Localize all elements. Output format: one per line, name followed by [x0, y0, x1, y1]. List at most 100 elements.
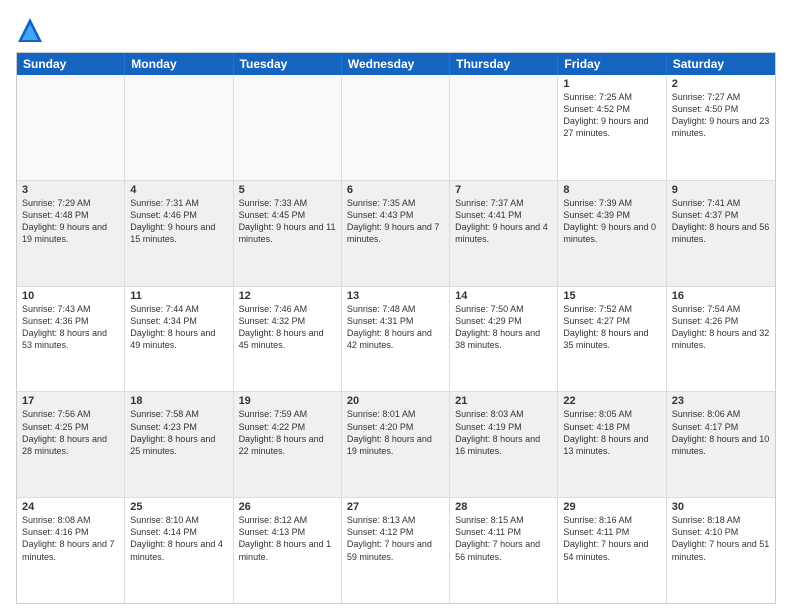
weekday-header-saturday: Saturday [667, 53, 775, 75]
day-info: Sunrise: 8:03 AM Sunset: 4:19 PM Dayligh… [455, 408, 552, 457]
weekday-header-sunday: Sunday [17, 53, 125, 75]
day-number: 20 [347, 395, 444, 407]
day-number: 24 [22, 501, 119, 513]
day-number: 26 [239, 501, 336, 513]
day-info: Sunrise: 8:06 AM Sunset: 4:17 PM Dayligh… [672, 408, 770, 457]
day-number: 11 [130, 290, 227, 302]
day-cell-20: 20Sunrise: 8:01 AM Sunset: 4:20 PM Dayli… [342, 392, 450, 497]
calendar-row-2: 3Sunrise: 7:29 AM Sunset: 4:48 PM Daylig… [17, 180, 775, 286]
day-info: Sunrise: 8:10 AM Sunset: 4:14 PM Dayligh… [130, 514, 227, 563]
day-info: Sunrise: 8:01 AM Sunset: 4:20 PM Dayligh… [347, 408, 444, 457]
day-cell-7: 7Sunrise: 7:37 AM Sunset: 4:41 PM Daylig… [450, 181, 558, 286]
day-number: 15 [563, 290, 660, 302]
day-cell-29: 29Sunrise: 8:16 AM Sunset: 4:11 PM Dayli… [558, 498, 666, 603]
day-cell-23: 23Sunrise: 8:06 AM Sunset: 4:17 PM Dayli… [667, 392, 775, 497]
day-cell-13: 13Sunrise: 7:48 AM Sunset: 4:31 PM Dayli… [342, 287, 450, 392]
day-info: Sunrise: 7:41 AM Sunset: 4:37 PM Dayligh… [672, 197, 770, 246]
day-cell-10: 10Sunrise: 7:43 AM Sunset: 4:36 PM Dayli… [17, 287, 125, 392]
day-number: 21 [455, 395, 552, 407]
day-cell-12: 12Sunrise: 7:46 AM Sunset: 4:32 PM Dayli… [234, 287, 342, 392]
day-info: Sunrise: 7:37 AM Sunset: 4:41 PM Dayligh… [455, 197, 552, 246]
day-cell-19: 19Sunrise: 7:59 AM Sunset: 4:22 PM Dayli… [234, 392, 342, 497]
logo [16, 16, 48, 44]
header [16, 16, 776, 44]
day-number: 9 [672, 184, 770, 196]
day-number: 2 [672, 78, 770, 90]
day-number: 19 [239, 395, 336, 407]
calendar-row-3: 10Sunrise: 7:43 AM Sunset: 4:36 PM Dayli… [17, 286, 775, 392]
day-cell-30: 30Sunrise: 8:18 AM Sunset: 4:10 PM Dayli… [667, 498, 775, 603]
day-number: 8 [563, 184, 660, 196]
day-info: Sunrise: 7:35 AM Sunset: 4:43 PM Dayligh… [347, 197, 444, 246]
empty-cell [342, 75, 450, 180]
day-number: 16 [672, 290, 770, 302]
day-info: Sunrise: 7:27 AM Sunset: 4:50 PM Dayligh… [672, 91, 770, 140]
day-cell-5: 5Sunrise: 7:33 AM Sunset: 4:45 PM Daylig… [234, 181, 342, 286]
empty-cell [17, 75, 125, 180]
day-number: 17 [22, 395, 119, 407]
day-cell-21: 21Sunrise: 8:03 AM Sunset: 4:19 PM Dayli… [450, 392, 558, 497]
calendar: SundayMondayTuesdayWednesdayThursdayFrid… [16, 52, 776, 604]
day-info: Sunrise: 8:13 AM Sunset: 4:12 PM Dayligh… [347, 514, 444, 563]
day-info: Sunrise: 8:12 AM Sunset: 4:13 PM Dayligh… [239, 514, 336, 563]
day-cell-2: 2Sunrise: 7:27 AM Sunset: 4:50 PM Daylig… [667, 75, 775, 180]
calendar-header: SundayMondayTuesdayWednesdayThursdayFrid… [17, 53, 775, 75]
day-number: 27 [347, 501, 444, 513]
empty-cell [450, 75, 558, 180]
day-cell-9: 9Sunrise: 7:41 AM Sunset: 4:37 PM Daylig… [667, 181, 775, 286]
day-cell-1: 1Sunrise: 7:25 AM Sunset: 4:52 PM Daylig… [558, 75, 666, 180]
day-number: 30 [672, 501, 770, 513]
day-info: Sunrise: 8:18 AM Sunset: 4:10 PM Dayligh… [672, 514, 770, 563]
day-cell-11: 11Sunrise: 7:44 AM Sunset: 4:34 PM Dayli… [125, 287, 233, 392]
day-info: Sunrise: 8:15 AM Sunset: 4:11 PM Dayligh… [455, 514, 552, 563]
day-number: 7 [455, 184, 552, 196]
day-info: Sunrise: 7:58 AM Sunset: 4:23 PM Dayligh… [130, 408, 227, 457]
day-info: Sunrise: 7:56 AM Sunset: 4:25 PM Dayligh… [22, 408, 119, 457]
day-info: Sunrise: 7:44 AM Sunset: 4:34 PM Dayligh… [130, 303, 227, 352]
calendar-body: 1Sunrise: 7:25 AM Sunset: 4:52 PM Daylig… [17, 75, 775, 603]
day-info: Sunrise: 8:08 AM Sunset: 4:16 PM Dayligh… [22, 514, 119, 563]
calendar-row-5: 24Sunrise: 8:08 AM Sunset: 4:16 PM Dayli… [17, 497, 775, 603]
day-info: Sunrise: 7:39 AM Sunset: 4:39 PM Dayligh… [563, 197, 660, 246]
day-number: 28 [455, 501, 552, 513]
day-info: Sunrise: 7:52 AM Sunset: 4:27 PM Dayligh… [563, 303, 660, 352]
day-cell-26: 26Sunrise: 8:12 AM Sunset: 4:13 PM Dayli… [234, 498, 342, 603]
day-cell-24: 24Sunrise: 8:08 AM Sunset: 4:16 PM Dayli… [17, 498, 125, 603]
calendar-row-4: 17Sunrise: 7:56 AM Sunset: 4:25 PM Dayli… [17, 391, 775, 497]
day-cell-14: 14Sunrise: 7:50 AM Sunset: 4:29 PM Dayli… [450, 287, 558, 392]
day-number: 18 [130, 395, 227, 407]
day-cell-15: 15Sunrise: 7:52 AM Sunset: 4:27 PM Dayli… [558, 287, 666, 392]
day-info: Sunrise: 7:31 AM Sunset: 4:46 PM Dayligh… [130, 197, 227, 246]
day-info: Sunrise: 7:50 AM Sunset: 4:29 PM Dayligh… [455, 303, 552, 352]
day-cell-27: 27Sunrise: 8:13 AM Sunset: 4:12 PM Dayli… [342, 498, 450, 603]
day-number: 1 [563, 78, 660, 90]
day-number: 13 [347, 290, 444, 302]
day-number: 3 [22, 184, 119, 196]
day-info: Sunrise: 7:54 AM Sunset: 4:26 PM Dayligh… [672, 303, 770, 352]
day-info: Sunrise: 7:25 AM Sunset: 4:52 PM Dayligh… [563, 91, 660, 140]
day-number: 4 [130, 184, 227, 196]
day-info: Sunrise: 7:43 AM Sunset: 4:36 PM Dayligh… [22, 303, 119, 352]
day-info: Sunrise: 7:46 AM Sunset: 4:32 PM Dayligh… [239, 303, 336, 352]
day-number: 5 [239, 184, 336, 196]
empty-cell [125, 75, 233, 180]
day-cell-28: 28Sunrise: 8:15 AM Sunset: 4:11 PM Dayli… [450, 498, 558, 603]
weekday-header-tuesday: Tuesday [234, 53, 342, 75]
day-number: 23 [672, 395, 770, 407]
weekday-header-thursday: Thursday [450, 53, 558, 75]
day-info: Sunrise: 7:48 AM Sunset: 4:31 PM Dayligh… [347, 303, 444, 352]
weekday-header-monday: Monday [125, 53, 233, 75]
day-cell-18: 18Sunrise: 7:58 AM Sunset: 4:23 PM Dayli… [125, 392, 233, 497]
empty-cell [234, 75, 342, 180]
day-cell-22: 22Sunrise: 8:05 AM Sunset: 4:18 PM Dayli… [558, 392, 666, 497]
weekday-header-friday: Friday [558, 53, 666, 75]
day-cell-17: 17Sunrise: 7:56 AM Sunset: 4:25 PM Dayli… [17, 392, 125, 497]
day-info: Sunrise: 7:29 AM Sunset: 4:48 PM Dayligh… [22, 197, 119, 246]
weekday-header-wednesday: Wednesday [342, 53, 450, 75]
day-cell-6: 6Sunrise: 7:35 AM Sunset: 4:43 PM Daylig… [342, 181, 450, 286]
day-info: Sunrise: 8:05 AM Sunset: 4:18 PM Dayligh… [563, 408, 660, 457]
logo-icon [16, 16, 44, 44]
day-number: 14 [455, 290, 552, 302]
day-info: Sunrise: 8:16 AM Sunset: 4:11 PM Dayligh… [563, 514, 660, 563]
day-number: 22 [563, 395, 660, 407]
